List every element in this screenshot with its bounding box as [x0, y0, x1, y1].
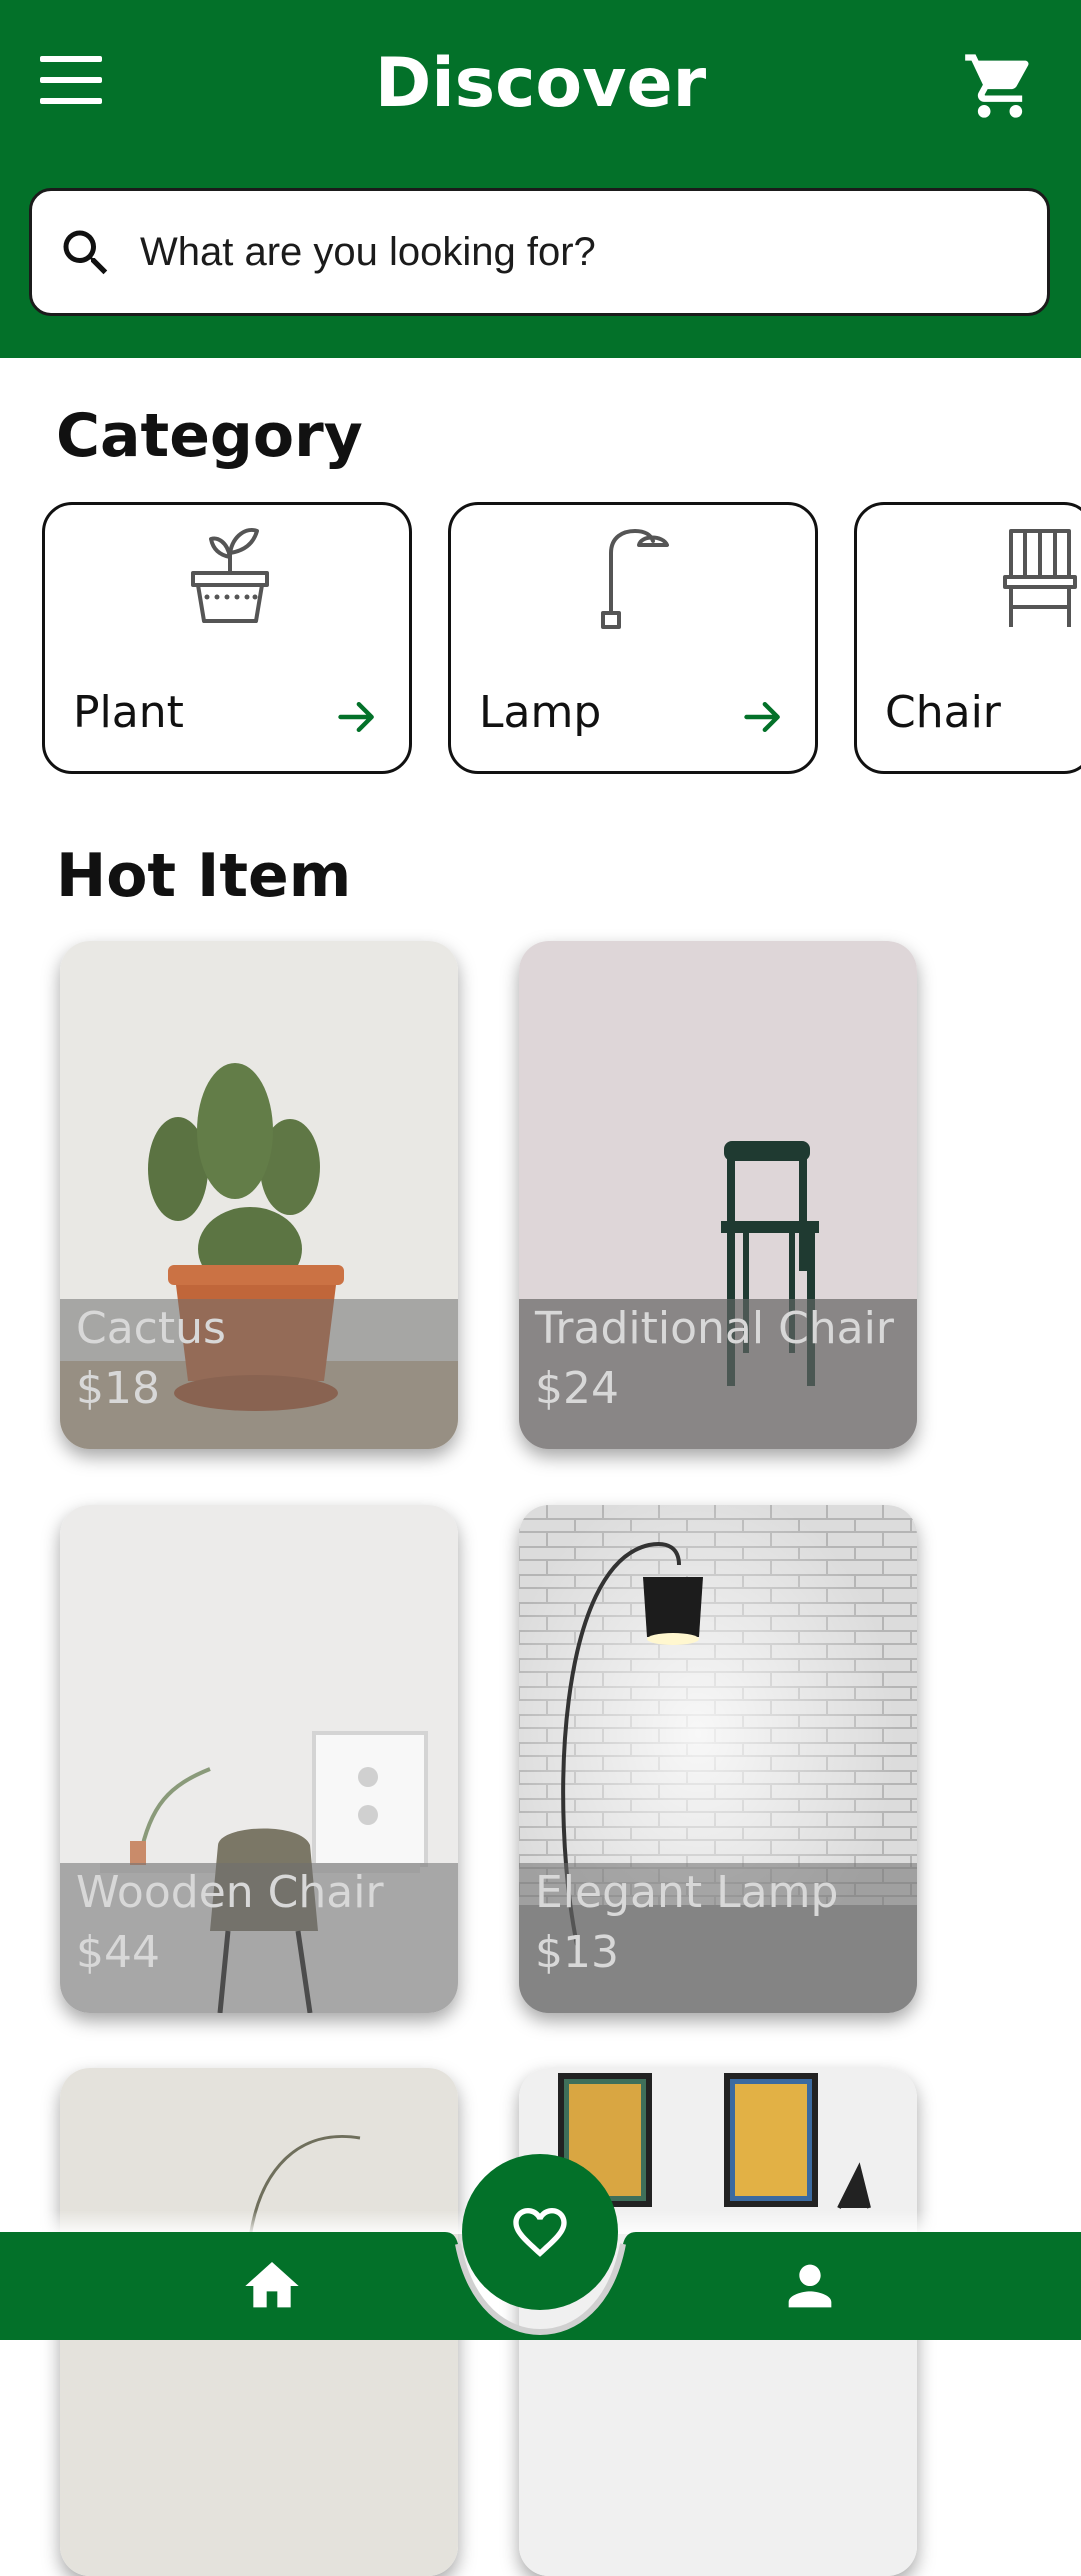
search-bar[interactable] [29, 188, 1050, 316]
category-card-plant[interactable]: Plant [42, 502, 412, 774]
floor-lamp-icon [601, 529, 669, 629]
product-card-cactus[interactable]: Cactus $18 [60, 941, 458, 1449]
search-input[interactable] [140, 191, 1020, 313]
category-card-lamp[interactable]: Lamp [448, 502, 818, 774]
category-label: Chair [885, 687, 1001, 738]
app-header: Discover [0, 0, 1081, 358]
product-card-elegant-lamp[interactable]: Elegant Lamp $13 [519, 1505, 917, 2013]
product-price: $44 [76, 1927, 160, 1978]
heart-icon [513, 2208, 567, 2257]
product-card-wooden-chair[interactable]: Wooden Chair $44 [60, 1505, 458, 2013]
product-name: Traditional Chair [535, 1303, 894, 1354]
product-info: Cactus $18 [60, 1299, 458, 1449]
arrow-right-icon [744, 701, 780, 733]
person-icon[interactable] [778, 2254, 842, 2318]
product-price: $24 [535, 1363, 619, 1414]
product-price: $18 [76, 1363, 160, 1414]
product-name: Elegant Lamp [535, 1867, 839, 1918]
favorites-button[interactable] [462, 2154, 618, 2310]
home-icon[interactable] [240, 2254, 304, 2318]
product-info: Traditional Chair $24 [519, 1299, 917, 1449]
product-info: Wooden Chair $44 [60, 1863, 458, 2013]
category-title: Category [56, 401, 363, 471]
plant-pot-icon [191, 528, 269, 623]
product-name: Wooden Chair [76, 1867, 384, 1918]
category-label: Lamp [479, 687, 602, 738]
hot-item-title: Hot Item [56, 841, 352, 911]
product-card-traditional-chair[interactable]: Traditional Chair $24 [519, 941, 917, 1449]
page-title: Discover [374, 44, 707, 123]
category-card-chair[interactable]: Chair [854, 502, 1081, 774]
category-label: Plant [73, 687, 184, 738]
product-info: Elegant Lamp $13 [519, 1863, 917, 2013]
chair-icon [1003, 529, 1077, 627]
search-icon [63, 230, 108, 275]
product-name: Cactus [76, 1303, 226, 1354]
arrow-right-icon [338, 701, 374, 733]
cart-icon[interactable] [962, 48, 1038, 124]
product-price: $13 [535, 1927, 619, 1978]
